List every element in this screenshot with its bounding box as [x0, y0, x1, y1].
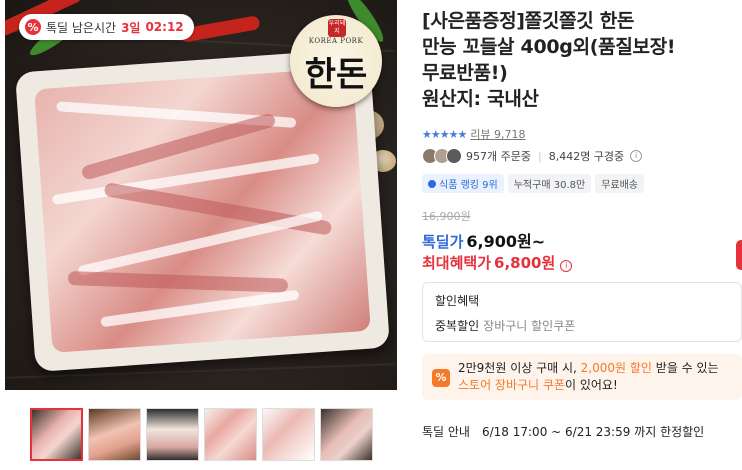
thumbnail-image	[147, 409, 198, 460]
stats-row: 957개 주문중 | 8,442명 구경중 i	[422, 148, 643, 164]
rank-badge[interactable]: 식품 랭킹 9위	[422, 174, 504, 193]
notice-label: 톡딜 안내	[422, 425, 470, 439]
fat-stripe	[100, 289, 300, 328]
deal-price-row: 톡딜가 6,900원~	[422, 228, 545, 252]
badge-row: 식품 랭킹 9위 누적구매 30.8만 무료배송	[422, 174, 644, 193]
title-line-2: 만능 꼬들살 400g외(품질보장!	[422, 36, 676, 58]
promo-discount: 2,000원 할인	[580, 361, 652, 375]
promo-text-1c: 받을 수 있는	[651, 361, 719, 375]
thumbnail-3[interactable]	[146, 408, 199, 461]
max-benefit-price: 6,800원	[494, 254, 556, 272]
percent-badge-icon: %	[25, 19, 41, 35]
avatar	[446, 148, 462, 164]
timer-label: 톡딜 남은시간	[46, 20, 117, 35]
discount-line: 중복할인 장바구니 할인쿠폰	[435, 317, 575, 334]
review-link[interactable]: 리뷰 9,718	[470, 126, 525, 142]
promo-text: 2만9천원 이상 구매 시, 2,000원 할인 받을 수 있는 스토어 장바구…	[458, 360, 719, 394]
product-title: [사은품증정]쫄깃쫄깃 한돈 만능 꼬들살 400g외(품질보장! 무료반품!)…	[422, 8, 742, 112]
max-benefit-label: 최대혜택가	[422, 254, 492, 272]
deal-timer: % 톡딜 남은시간 3일 02:12	[19, 14, 194, 40]
info-icon[interactable]: i	[560, 260, 573, 272]
deal-price: 6,900원~	[466, 232, 546, 251]
pork-slices	[34, 67, 371, 353]
product-page: % 톡딜 남은시간 3일 02:12 우리돼지 KOREA PORK 한돈 [사…	[0, 0, 742, 470]
deal-label: 톡딜가	[422, 233, 464, 251]
promo-text-2b: 이 있어요!	[565, 378, 618, 392]
timer-days: 3일	[121, 20, 141, 35]
divider: |	[537, 149, 542, 163]
deal-notice: 톡딜 안내 6/18 17:00 ~ 6/21 23:59 까지 한정할인	[422, 423, 704, 440]
promo-coupon: 스토어 장바구니 쿠폰	[458, 378, 565, 392]
title-line-3: 무료반품!)	[422, 62, 508, 84]
korea-pork-logo: 우리돼지 KOREA PORK 한돈	[290, 15, 382, 107]
meat-stripe	[103, 182, 333, 236]
seal-stamp: 우리돼지	[328, 19, 346, 37]
discount-line-value: 장바구니 할인쿠폰	[483, 319, 576, 333]
fat-stripe	[77, 210, 324, 277]
rank-icon	[428, 179, 436, 188]
max-benefit-row: 최대혜택가 6,800원 i	[422, 252, 573, 273]
discount-box: 할인혜택 중복할인 장바구니 할인쿠폰	[422, 282, 742, 342]
thumbnail-1[interactable]	[30, 408, 83, 461]
title-line-1: [사은품증정]쫄깃쫄깃 한돈	[422, 10, 635, 32]
thumbnail-strip	[30, 408, 373, 461]
thumbnail-2[interactable]	[88, 408, 141, 461]
thumbnail-5[interactable]	[262, 408, 315, 461]
cumulative-badge: 누적구매 30.8만	[507, 174, 592, 193]
discount-line-label: 중복할인	[435, 319, 480, 333]
timer-time: 02:12	[145, 20, 184, 34]
product-main-image[interactable]: % 톡딜 남은시간 3일 02:12 우리돼지 KOREA PORK 한돈	[5, 0, 397, 390]
promo-text-1a: 2만9천원 이상 구매 시,	[458, 361, 581, 375]
info-icon[interactable]: i	[630, 150, 643, 162]
notice-period: 6/18 17:00 ~ 6/21 23:59 까지 한정할인	[481, 425, 705, 439]
title-line-4: 원산지: 국내산	[422, 88, 539, 110]
star-rating-icon: ★★★★★	[422, 127, 467, 141]
thumbnail-4[interactable]	[204, 408, 257, 461]
cart-coupon-promo[interactable]: % 2만9천원 이상 구매 시, 2,000원 할인 받을 수 있는 스토어 장…	[422, 354, 742, 400]
thumbnail-6[interactable]	[320, 408, 373, 461]
thumbnail-image	[89, 409, 140, 460]
buyer-avatars	[422, 148, 462, 164]
rank-badge-label: 식품 랭킹 9위	[439, 180, 498, 191]
thumbnail-image	[321, 409, 372, 460]
viewers-count: 8,442명 구경중	[548, 150, 625, 163]
meat-stripe	[67, 271, 289, 293]
seal-brand-ko: 한돈	[304, 55, 368, 95]
orders-count: 957개 주문중	[466, 150, 531, 163]
thumbnail-image	[263, 409, 314, 460]
free-shipping-badge: 무료배송	[595, 174, 644, 193]
percent-icon: %	[432, 369, 450, 387]
seal-brand-en: KOREA PORK	[308, 37, 364, 45]
thumbnail-image	[32, 410, 81, 459]
discount-title: 할인혜택	[435, 294, 480, 308]
thumbnail-image	[205, 409, 256, 460]
side-tab-button[interactable]	[736, 240, 742, 270]
original-price: 16,900원	[422, 210, 471, 223]
rating-row: ★★★★★ 리뷰 9,718	[422, 126, 526, 142]
